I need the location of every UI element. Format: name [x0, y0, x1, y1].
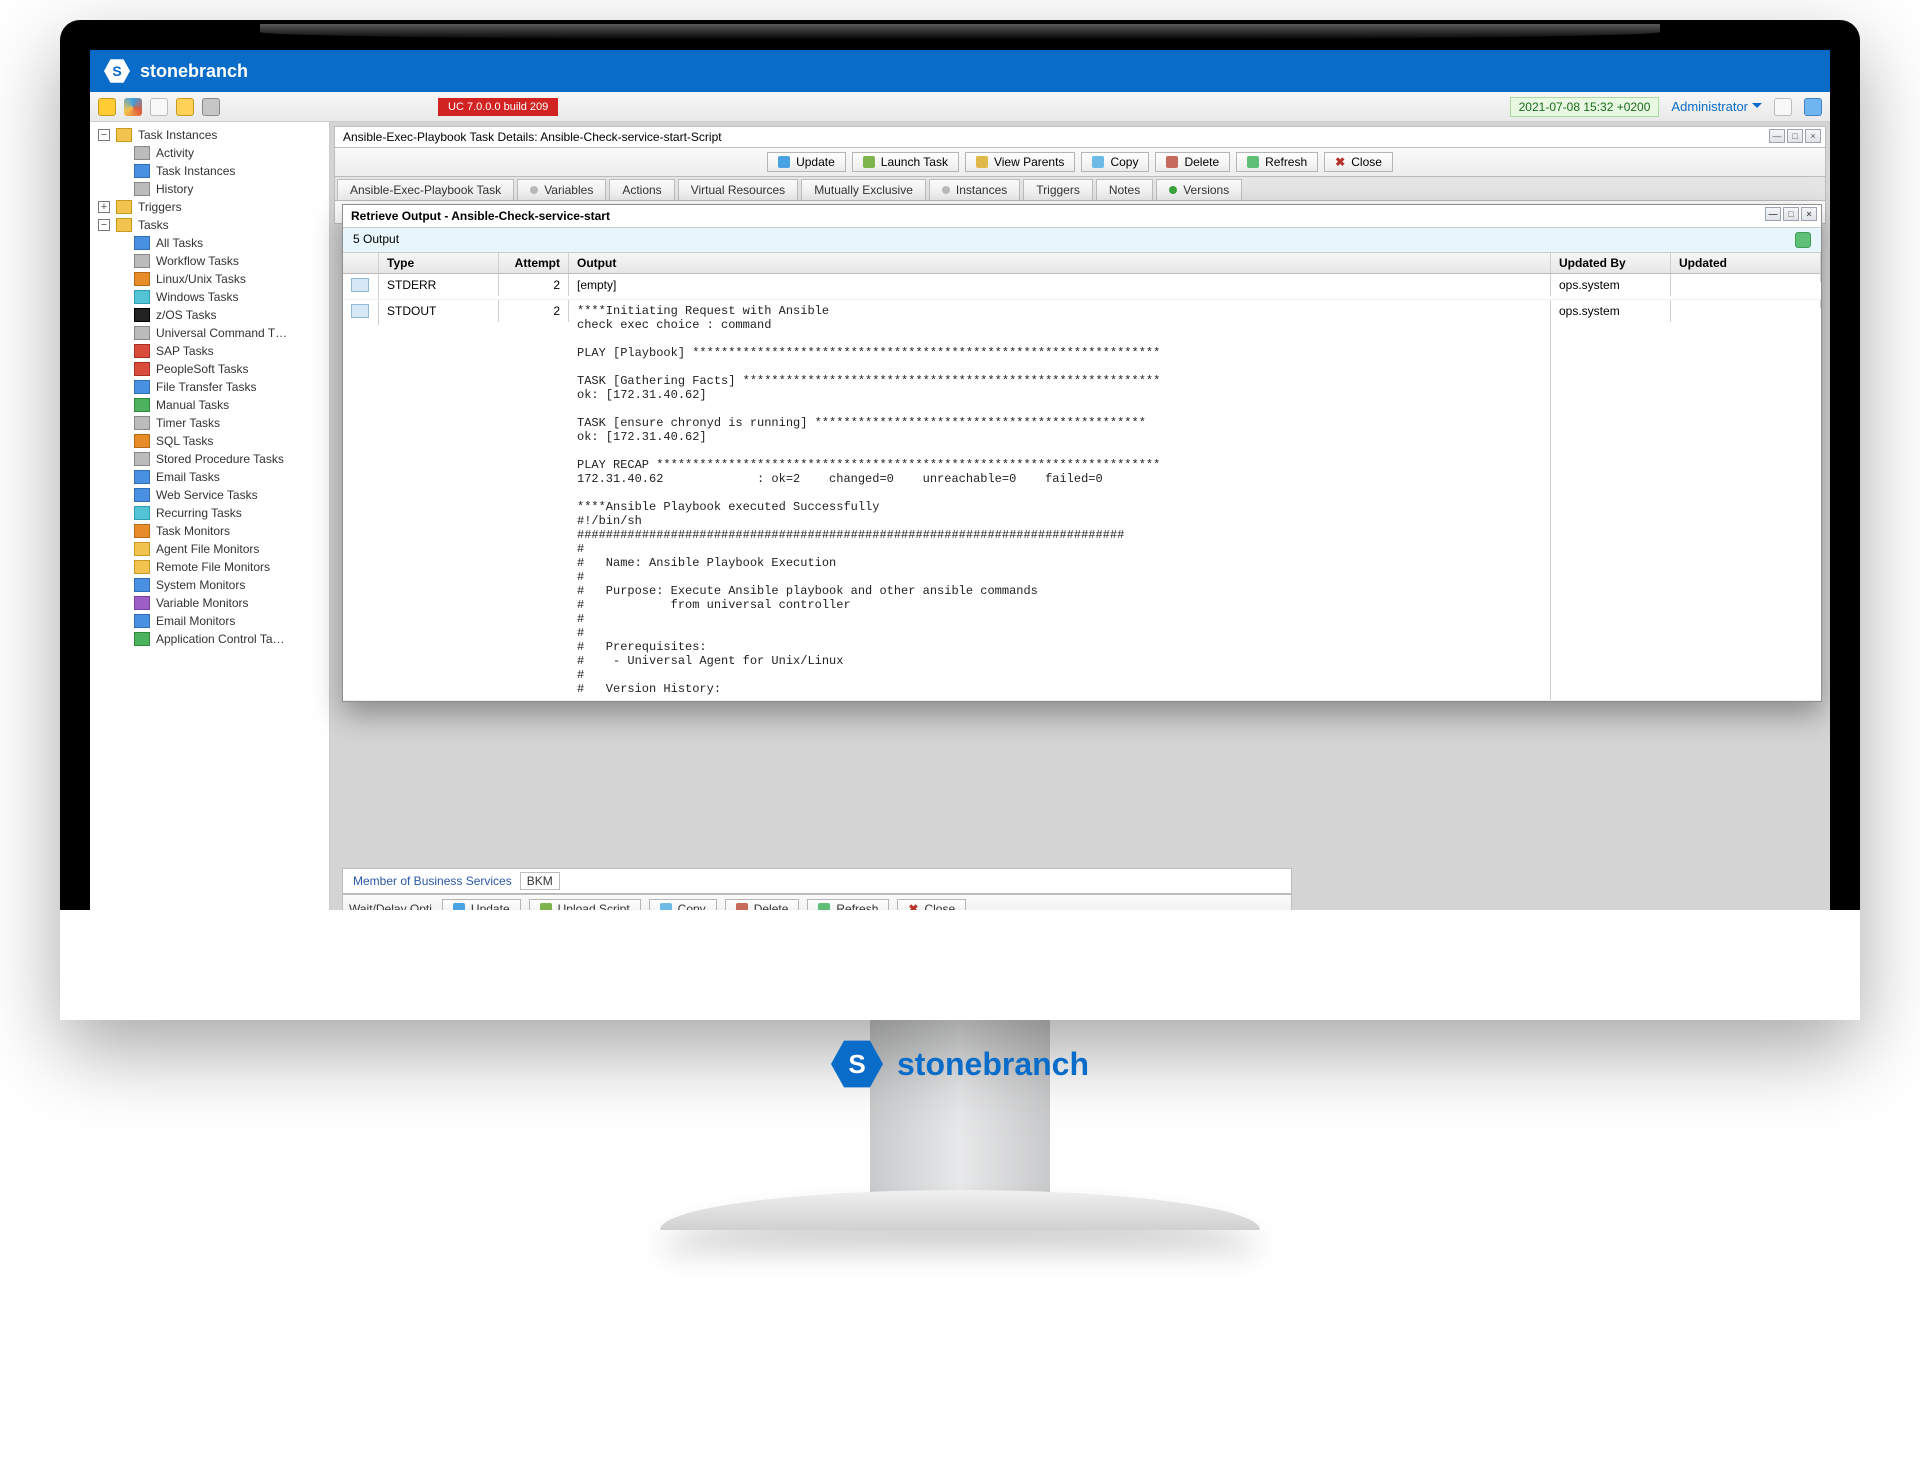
dialog-title: Retrieve Output - Ansible-Check-service-…: [343, 205, 1821, 228]
launch-task-button[interactable]: Launch Task: [852, 152, 959, 172]
dialog-refresh-icon[interactable]: [1795, 232, 1811, 248]
tree-item[interactable]: Application Control Ta…: [90, 630, 329, 648]
tree-item[interactable]: Manual Tasks: [90, 396, 329, 414]
user-menu[interactable]: Administrator: [1671, 99, 1762, 114]
tree-item[interactable]: SAP Tasks: [90, 342, 329, 360]
toolbar-icon-3[interactable]: [150, 98, 168, 116]
dialog-minimize-icon[interactable]: —: [1765, 207, 1781, 221]
tree-item[interactable]: Recurring Tasks: [90, 504, 329, 522]
tree-triggers[interactable]: +Triggers: [90, 198, 329, 216]
toolbar-icon-4[interactable]: [176, 98, 194, 116]
tab-actions[interactable]: Actions: [609, 179, 674, 200]
global-toolbar: UC 7.0.0.0 build 209 2021-07-08 15:32 +0…: [90, 92, 1830, 122]
tree-tasks[interactable]: −Tasks: [90, 216, 329, 234]
toolbar-icon-1[interactable]: [98, 98, 116, 116]
minimize-icon[interactable]: —: [1769, 129, 1785, 143]
toolbar-icon-right-1[interactable]: [1774, 98, 1792, 116]
tree-item[interactable]: Timer Tasks: [90, 414, 329, 432]
tab-versions[interactable]: Versions: [1156, 179, 1242, 200]
tree-item[interactable]: z/OS Tasks: [90, 306, 329, 324]
tree-item[interactable]: Agent File Monitors: [90, 540, 329, 558]
tree-item[interactable]: Task Monitors: [90, 522, 329, 540]
tree-item[interactable]: Linux/Unix Tasks: [90, 270, 329, 288]
build-badge: UC 7.0.0.0 build 209: [438, 98, 558, 116]
brand-name: stonebranch: [140, 61, 248, 82]
retrieve-output-dialog: Retrieve Output - Ansible-Check-service-…: [342, 204, 1822, 702]
tree-activity[interactable]: Activity: [90, 144, 329, 162]
chevron-down-icon: [1752, 103, 1762, 113]
tree-item[interactable]: PeopleSoft Tasks: [90, 360, 329, 378]
app-header: S stonebranch: [90, 50, 1830, 92]
table-row[interactable]: STDERR 2 [empty] ops.system: [343, 274, 1821, 300]
tree-item[interactable]: File Transfer Tasks: [90, 378, 329, 396]
output-table-body: STDERR 2 [empty] ops.system STDOUT 2 ***: [343, 274, 1821, 701]
row-icon: [351, 304, 369, 318]
output-table-header: Type Attempt Output Updated By Updated: [343, 253, 1821, 274]
toolbar-icon-right-2[interactable]: [1804, 98, 1822, 116]
update-button[interactable]: Update: [767, 152, 846, 172]
main-content: Ansible-Exec-Playbook Task Details: Ansi…: [330, 122, 1830, 990]
stdout-output: ****Initiating Request with Ansible chec…: [577, 304, 1542, 696]
refresh-button[interactable]: Refresh: [1236, 152, 1318, 172]
row-icon: [351, 278, 369, 292]
tree-item[interactable]: SQL Tasks: [90, 432, 329, 450]
tree-item[interactable]: Universal Command T…: [90, 324, 329, 342]
tree-item[interactable]: Workflow Tasks: [90, 252, 329, 270]
brand-icon: S: [104, 58, 130, 84]
tab-ansible-exec[interactable]: Ansible-Exec-Playbook Task: [337, 179, 514, 200]
navigation-tree: −Task Instances Activity Task Instances …: [90, 122, 330, 990]
tree-history[interactable]: History: [90, 180, 329, 198]
member-value: BKM: [520, 872, 560, 890]
detail-toolbar: Update Launch Task View Parents Copy Del…: [334, 148, 1826, 177]
member-services-row: Member of Business Services BKM: [342, 868, 1292, 894]
tree-item[interactable]: Variable Monitors: [90, 594, 329, 612]
copy-button[interactable]: Copy: [1081, 152, 1149, 172]
tab-variables[interactable]: Variables: [517, 179, 606, 200]
tree-item[interactable]: All Tasks: [90, 234, 329, 252]
delete-button[interactable]: Delete: [1155, 152, 1230, 172]
tab-instances[interactable]: Instances: [929, 179, 1020, 200]
tree-item[interactable]: Web Service Tasks: [90, 486, 329, 504]
server-datetime: 2021-07-08 15:32 +0200: [1510, 97, 1660, 117]
tree-item[interactable]: Remote File Monitors: [90, 558, 329, 576]
tab-triggers[interactable]: Triggers: [1023, 179, 1093, 200]
tab-virtual-resources[interactable]: Virtual Resources: [678, 179, 799, 200]
toolbar-icon-2[interactable]: [124, 98, 142, 116]
tree-item[interactable]: Windows Tasks: [90, 288, 329, 306]
tree-task-instances[interactable]: −Task Instances: [90, 126, 329, 144]
tab-notes[interactable]: Notes: [1096, 179, 1153, 200]
tab-mutually-exclusive[interactable]: Mutually Exclusive: [801, 179, 926, 200]
dialog-maximize-icon[interactable]: □: [1783, 207, 1799, 221]
detail-panel-title: Ansible-Exec-Playbook Task Details: Ansi…: [334, 126, 1826, 148]
view-parents-button[interactable]: View Parents: [965, 152, 1075, 172]
output-count: 5 Output: [353, 232, 399, 248]
close-button[interactable]: ✖Close: [1324, 152, 1393, 172]
tree-item[interactable]: Email Tasks: [90, 468, 329, 486]
detail-tabs: Ansible-Exec-Playbook Task Variables Act…: [334, 177, 1826, 201]
tree-item[interactable]: Email Monitors: [90, 612, 329, 630]
close-icon[interactable]: ×: [1805, 129, 1821, 143]
maximize-icon[interactable]: □: [1787, 129, 1803, 143]
tree-item[interactable]: System Monitors: [90, 576, 329, 594]
tree-task-instances-sub[interactable]: Task Instances: [90, 162, 329, 180]
table-row[interactable]: STDOUT 2 ****Initiating Request with Ans…: [343, 300, 1821, 701]
dialog-close-icon[interactable]: ×: [1801, 207, 1817, 221]
gear-icon[interactable]: [202, 98, 220, 116]
monitor-brand: Sstonebranch: [831, 1038, 1089, 1090]
tree-item[interactable]: Stored Procedure Tasks: [90, 450, 329, 468]
